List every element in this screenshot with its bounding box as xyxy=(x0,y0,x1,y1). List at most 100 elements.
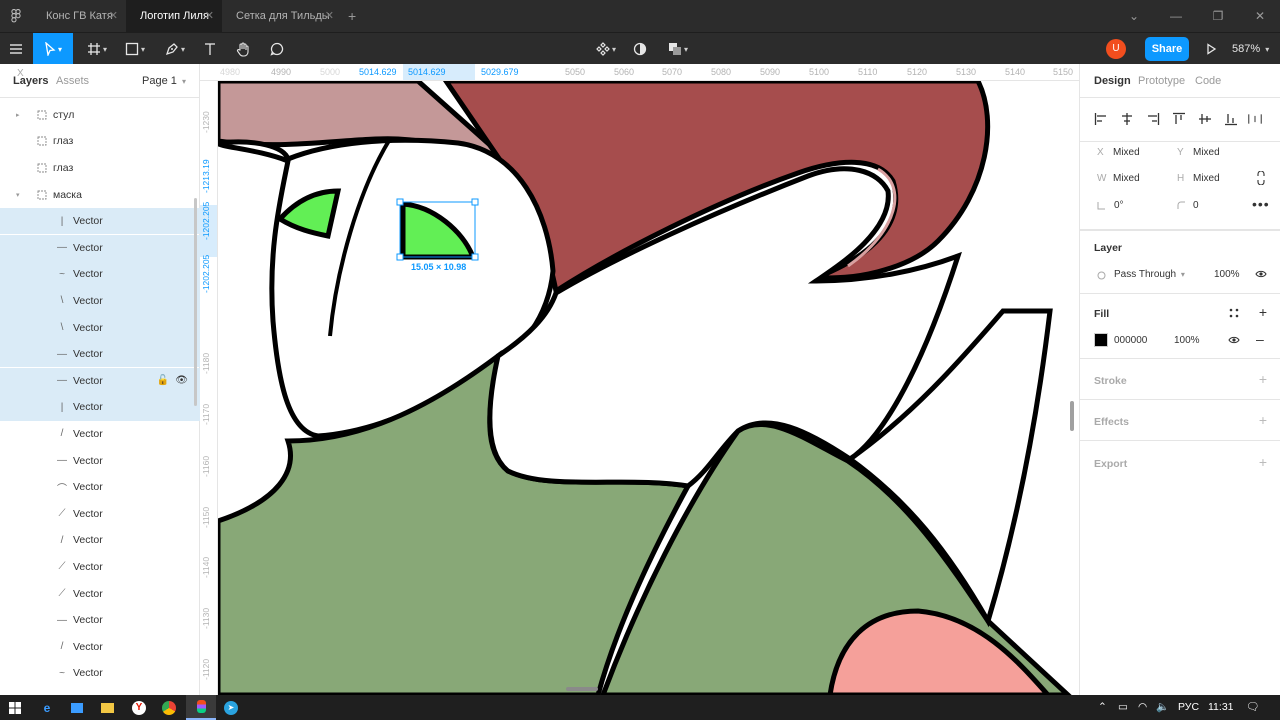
pen-tool-button[interactable]: ▾ xyxy=(158,33,192,65)
more-options-icon[interactable]: ••• xyxy=(1252,196,1270,212)
notifications-icon[interactable]: 🗨 xyxy=(1246,695,1259,720)
y-field[interactable]: Mixed xyxy=(1193,147,1220,158)
eye-icon[interactable]: 👁 xyxy=(175,375,188,386)
fill-opacity-field[interactable]: 100% xyxy=(1174,335,1200,346)
selection-handle[interactable] xyxy=(396,253,404,261)
layer-row[interactable]: ~ Vector xyxy=(0,261,200,288)
align-bottom-icon[interactable] xyxy=(1224,112,1238,126)
hand-tool-button[interactable] xyxy=(230,33,256,65)
blend-mode-dropdown[interactable]: Pass Through ▾ xyxy=(1114,269,1185,280)
align-top-icon[interactable] xyxy=(1172,112,1186,126)
new-tab-button[interactable]: + xyxy=(334,0,364,32)
w-field[interactable]: Mixed xyxy=(1113,173,1140,184)
layer-row[interactable]: ⟋ Vector xyxy=(0,580,200,607)
tab-setka-tildy[interactable]: Сетка для Тильды ✕ xyxy=(222,0,342,32)
layer-row[interactable]: \ Vector xyxy=(0,314,200,341)
mask-tool-button[interactable] xyxy=(628,33,652,65)
start-button[interactable] xyxy=(0,695,30,720)
page-selector[interactable]: Page 1 ▾ xyxy=(142,75,186,87)
unlock-icon[interactable]: 🔓 xyxy=(157,375,169,386)
taskbar-figma[interactable] xyxy=(186,695,216,720)
fill-swatch[interactable] xyxy=(1094,333,1108,347)
comment-tool-button[interactable] xyxy=(264,33,290,65)
layers-scrollbar[interactable] xyxy=(194,198,197,406)
chevron-down-icon[interactable]: ⌄ xyxy=(1114,0,1154,32)
align-center-h-icon[interactable] xyxy=(1120,112,1134,126)
boolean-tool-button[interactable]: ▾ xyxy=(662,33,694,65)
style-grid-icon[interactable] xyxy=(1229,308,1239,318)
x-field[interactable]: Mixed xyxy=(1113,147,1140,158)
tab-prototype[interactable]: Prototype xyxy=(1138,75,1185,87)
tab-assets[interactable]: Assets xyxy=(56,75,89,87)
wifi-icon[interactable]: ◠ xyxy=(1138,695,1147,720)
layer-row[interactable]: — Vector xyxy=(0,340,200,368)
remove-fill-icon[interactable]: – xyxy=(1256,331,1264,347)
layer-row[interactable]: — Vector 🔓 👁 xyxy=(0,367,200,395)
layer-row[interactable]: — Vector xyxy=(0,447,200,474)
close-icon[interactable]: ✕ xyxy=(325,0,334,32)
selection-handle[interactable] xyxy=(471,253,479,261)
rotation-field[interactable]: 0° xyxy=(1114,200,1124,211)
add-effect-icon[interactable]: + xyxy=(1259,412,1267,428)
layer-row[interactable]: ⟋ Vector xyxy=(0,501,200,528)
layer-row[interactable]: / Vector xyxy=(0,421,200,448)
text-tool-button[interactable] xyxy=(198,33,222,65)
main-menu-button[interactable] xyxy=(0,33,32,65)
align-middle-v-icon[interactable] xyxy=(1198,112,1212,126)
taskbar-edge[interactable]: e xyxy=(32,695,62,720)
align-left-icon[interactable] xyxy=(1094,112,1108,126)
layer-row[interactable]: | Vector xyxy=(0,207,200,235)
layer-row[interactable]: / Vector xyxy=(0,634,200,661)
close-icon[interactable]: ✕ xyxy=(205,0,214,32)
taskbar-telegram[interactable]: ➤ xyxy=(216,695,246,720)
layer-row[interactable]: ▾ маска xyxy=(0,181,200,208)
canvas-vertical-scrollbar[interactable] xyxy=(1070,401,1074,431)
taskbar-app[interactable] xyxy=(62,695,92,720)
layer-row[interactable]: ~ Vector xyxy=(0,660,200,687)
tray-chevron-icon[interactable]: ⌃ xyxy=(1098,695,1107,720)
tab-konsgv[interactable]: Конс ГВ Катя ✕ xyxy=(32,0,126,32)
close-icon[interactable]: ✕ xyxy=(109,0,118,32)
constrain-proportions-icon[interactable] xyxy=(1256,171,1266,185)
component-tool-button[interactable]: ▾ xyxy=(590,33,622,65)
close-window-button[interactable]: ✕ xyxy=(1240,0,1280,32)
tab-design[interactable]: Design xyxy=(1094,75,1131,87)
add-fill-icon[interactable]: + xyxy=(1259,304,1267,320)
expand-caret-icon[interactable]: ▸ xyxy=(16,111,20,119)
restore-button[interactable]: ❐ xyxy=(1198,0,1238,32)
share-button[interactable]: Share xyxy=(1145,37,1189,61)
shape-tool-button[interactable]: ▾ xyxy=(118,33,152,65)
layer-row[interactable]: / Vector xyxy=(0,527,200,554)
layer-row[interactable]: глаз xyxy=(0,155,200,182)
volume-icon[interactable]: 🔈 xyxy=(1156,695,1169,720)
taskbar-yandex[interactable]: Y xyxy=(124,695,154,720)
selection-handle[interactable] xyxy=(471,198,479,206)
layer-row[interactable]: ▸ стул xyxy=(0,102,200,129)
corner-radius-field[interactable]: 0 xyxy=(1193,200,1199,211)
taskbar-chrome[interactable] xyxy=(154,695,184,720)
add-export-icon[interactable]: + xyxy=(1259,454,1267,470)
design-canvas[interactable]: 15.05 × 10.98 ? xyxy=(218,81,1079,695)
taskbar-explorer[interactable] xyxy=(92,695,122,720)
layer-row[interactable]: ⌒ Vector xyxy=(0,474,200,501)
canvas-horizontal-scrollbar[interactable] xyxy=(566,687,598,691)
layer-row[interactable]: \ Vector xyxy=(0,287,200,315)
layer-row[interactable]: ⟋ Vector xyxy=(0,554,200,581)
fill-hex-field[interactable]: 000000 xyxy=(1114,335,1147,346)
layer-row[interactable]: — Vector xyxy=(0,234,200,262)
align-right-icon[interactable] xyxy=(1146,112,1160,126)
layer-opacity-field[interactable]: 100% xyxy=(1214,269,1240,280)
selection-handle[interactable] xyxy=(396,198,404,206)
layer-row[interactable]: — Vector xyxy=(0,607,200,634)
minimize-button[interactable]: — xyxy=(1156,0,1196,32)
user-avatar[interactable]: U xyxy=(1106,39,1126,59)
add-stroke-icon[interactable]: + xyxy=(1259,371,1267,387)
eye-icon[interactable] xyxy=(1228,335,1240,345)
language-indicator[interactable]: РУС xyxy=(1178,695,1199,720)
expand-caret-icon[interactable]: ▾ xyxy=(16,191,20,199)
present-button[interactable] xyxy=(1198,33,1224,65)
figma-logo-icon[interactable] xyxy=(0,0,32,32)
frame-tool-button[interactable]: ▾ xyxy=(80,33,114,65)
h-field[interactable]: Mixed xyxy=(1193,173,1220,184)
zoom-dropdown[interactable]: 587% ▾ xyxy=(1232,33,1269,65)
